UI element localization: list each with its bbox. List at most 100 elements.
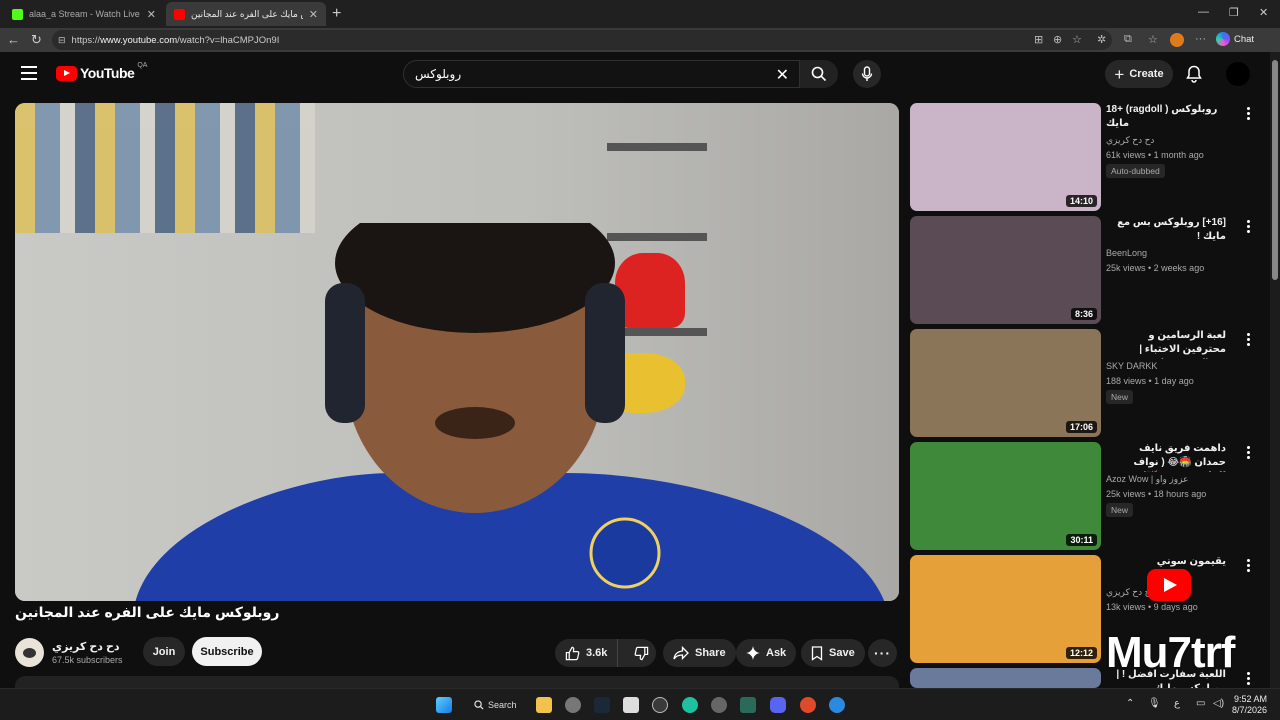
subscriber-count: 67.5k subscribers [52,654,123,665]
video-thumbnail[interactable]: 12:12 [910,555,1101,663]
clear-search-icon[interactable]: ✕ [776,65,789,85]
favorite-star-icon[interactable]: ☆ [1072,33,1082,46]
discord-icon[interactable] [770,697,786,713]
show-hidden-icons-icon[interactable]: ⌃ [1126,698,1134,709]
channel-avatar[interactable] [15,637,44,667]
recommendation-title[interactable]: يقيمون سوني [1106,555,1226,569]
windows-start-icon[interactable] [436,697,452,713]
dislike-button[interactable] [624,646,659,661]
video-thumbnail[interactable]: 30:11 [910,442,1101,550]
recommendation-item[interactable]: 17:06 لعبة الرسامين و محترفين الاختباء | … [910,329,1265,437]
recommendation-channel[interactable]: SKY DARKK [1106,361,1157,371]
more-options-icon[interactable] [1245,220,1251,235]
app-available-icon[interactable]: ⊞ [1034,33,1043,46]
file-explorer-icon[interactable] [536,697,552,713]
video-frame-shelf [607,143,707,151]
steam-icon[interactable] [594,697,610,713]
recommendation-item[interactable]: 30:11 داهمت فريق نايف حمدان 🏟️😂 ( نواف ال… [910,442,1265,550]
menu-icon[interactable] [21,66,37,80]
more-options-icon[interactable] [1245,107,1251,122]
recommendation-channel[interactable]: BeenLong [1106,248,1147,258]
channel-name[interactable]: دح دح كريزي [52,640,123,653]
tab-kick[interactable]: alaa_a Stream - Watch Live on Kick ✕ [4,2,164,26]
video-thumbnail[interactable]: 14:10 [910,103,1101,211]
language-indicator[interactable]: ع [1174,698,1180,709]
new-tab-icon[interactable]: + [332,5,341,23]
account-avatar[interactable] [1226,62,1250,86]
taskbar-search[interactable]: Search [466,695,525,715]
recommendation-item[interactable]: 8:36 [16+] روبلوكس بس مع مايك ! BeenLong 25… [910,216,1265,324]
recommendation-title[interactable]: [16+] روبلوكس بس مع مايك ! [1106,216,1226,244]
close-tab-icon[interactable]: ✕ [309,8,318,21]
page-scrollbar[interactable] [1270,52,1280,688]
share-button[interactable]: Share [663,639,736,667]
like-button[interactable]: 3.6k [555,639,619,667]
recommendation-channel[interactable]: دح دح كريزي [1106,135,1154,146]
video-thumbnail[interactable]: 17:06 [910,329,1101,437]
more-options-icon[interactable] [1245,559,1251,574]
search-icon [474,700,484,710]
network-icon[interactable]: ▭ [1196,698,1205,709]
recommendation-title[interactable]: 18+ (ragdoll ) روبلوكس مايك [1106,103,1226,131]
settings-gear-icon[interactable] [565,697,581,713]
subscribe-button[interactable]: Subscribe [192,637,262,666]
microphone-tray-icon[interactable]: 🎙︎ [1148,698,1161,709]
edge-browser-icon[interactable] [682,697,698,713]
more-options-icon[interactable] [1245,333,1251,348]
video-player[interactable] [15,103,899,601]
game-icon[interactable] [800,697,816,713]
video-thumbnail[interactable]: 8:36 [910,216,1101,324]
youtube-play-icon [56,65,77,81]
extensions-icon[interactable]: ✲ [1097,33,1106,46]
profile-avatar-icon[interactable] [1170,33,1184,47]
obs-icon[interactable] [711,697,727,713]
maximize-icon[interactable]: ❐ [1229,6,1239,19]
kick-favicon-icon [12,8,23,20]
zoom-icon[interactable]: ⊕ [1053,33,1062,46]
microphone-icon [861,66,873,81]
more-actions-icon[interactable]: ··· [868,639,897,667]
minimize-icon[interactable]: — [1198,6,1209,18]
more-options-icon[interactable] [1245,672,1251,687]
recommendation-channel[interactable]: Azoz Wow | عزوز واو [1106,474,1188,485]
app-icon[interactable] [652,697,668,713]
recommendation-meta: 61k views • 1 month ago [1106,150,1204,160]
search-button[interactable] [800,60,838,88]
description-box[interactable] [15,676,899,688]
save-button[interactable]: Save [801,639,865,667]
join-button[interactable]: Join [143,637,185,666]
thumbs-up-icon [565,646,580,660]
notifications-bell-icon[interactable] [1186,65,1202,88]
app-icon[interactable] [829,697,845,713]
reload-icon[interactable]: ↻ [31,32,42,48]
scrollbar-thumb[interactable] [1272,60,1278,280]
share-icon [673,646,689,660]
clock[interactable]: 9:52 AM 8/7/2026 [1232,694,1267,716]
app-icon[interactable] [740,697,756,713]
video-thumbnail[interactable] [910,668,1101,688]
more-options-icon[interactable] [1245,446,1251,461]
recommendation-title[interactable]: داهمت فريق نايف حمدان 🏟️😂 ( نواف الماجد … [1106,442,1226,472]
ask-button[interactable]: Ask [736,639,797,667]
split-screen-icon[interactable]: ⧉ [1124,33,1132,46]
recommendation-title[interactable]: لعبة الرسامين و محترفين الاختباء | Mecha… [1106,329,1226,359]
url-prefix: https:// [71,34,101,46]
favorites-icon[interactable]: ☆ [1148,33,1158,46]
search-input[interactable]: روبلوكس ✕ [403,60,800,88]
site-info-icon[interactable]: ⊟ [58,35,66,46]
more-menu-icon[interactable]: ··· [1195,33,1206,45]
channel-info[interactable]: دح دح كريزي 67.5k subscribers [15,637,123,667]
recommendation-item[interactable]: 14:10 18+ (ragdoll ) روبلوكس مايك دح دح كر… [910,103,1265,211]
copilot-chat-button[interactable]: Chat [1216,32,1254,46]
store-icon[interactable] [623,697,639,713]
volume-icon[interactable]: ◁) [1213,698,1224,709]
close-tab-icon[interactable]: ✕ [147,8,156,21]
back-icon[interactable]: ← [7,32,20,47]
address-bar[interactable]: ⊟ https://www.youtube.com/watch?v=lhaCMP… [52,30,1112,50]
create-button[interactable]: + Create [1105,60,1173,88]
youtube-logo[interactable]: YouTube QA [56,62,147,81]
voice-search-button[interactable] [853,60,881,88]
close-window-icon[interactable]: ✕ [1259,6,1268,19]
video-duration: 17:06 [1065,421,1097,433]
tab-youtube[interactable]: روبلوكس مايك على الفره عند المجانين ✕ [166,2,326,26]
